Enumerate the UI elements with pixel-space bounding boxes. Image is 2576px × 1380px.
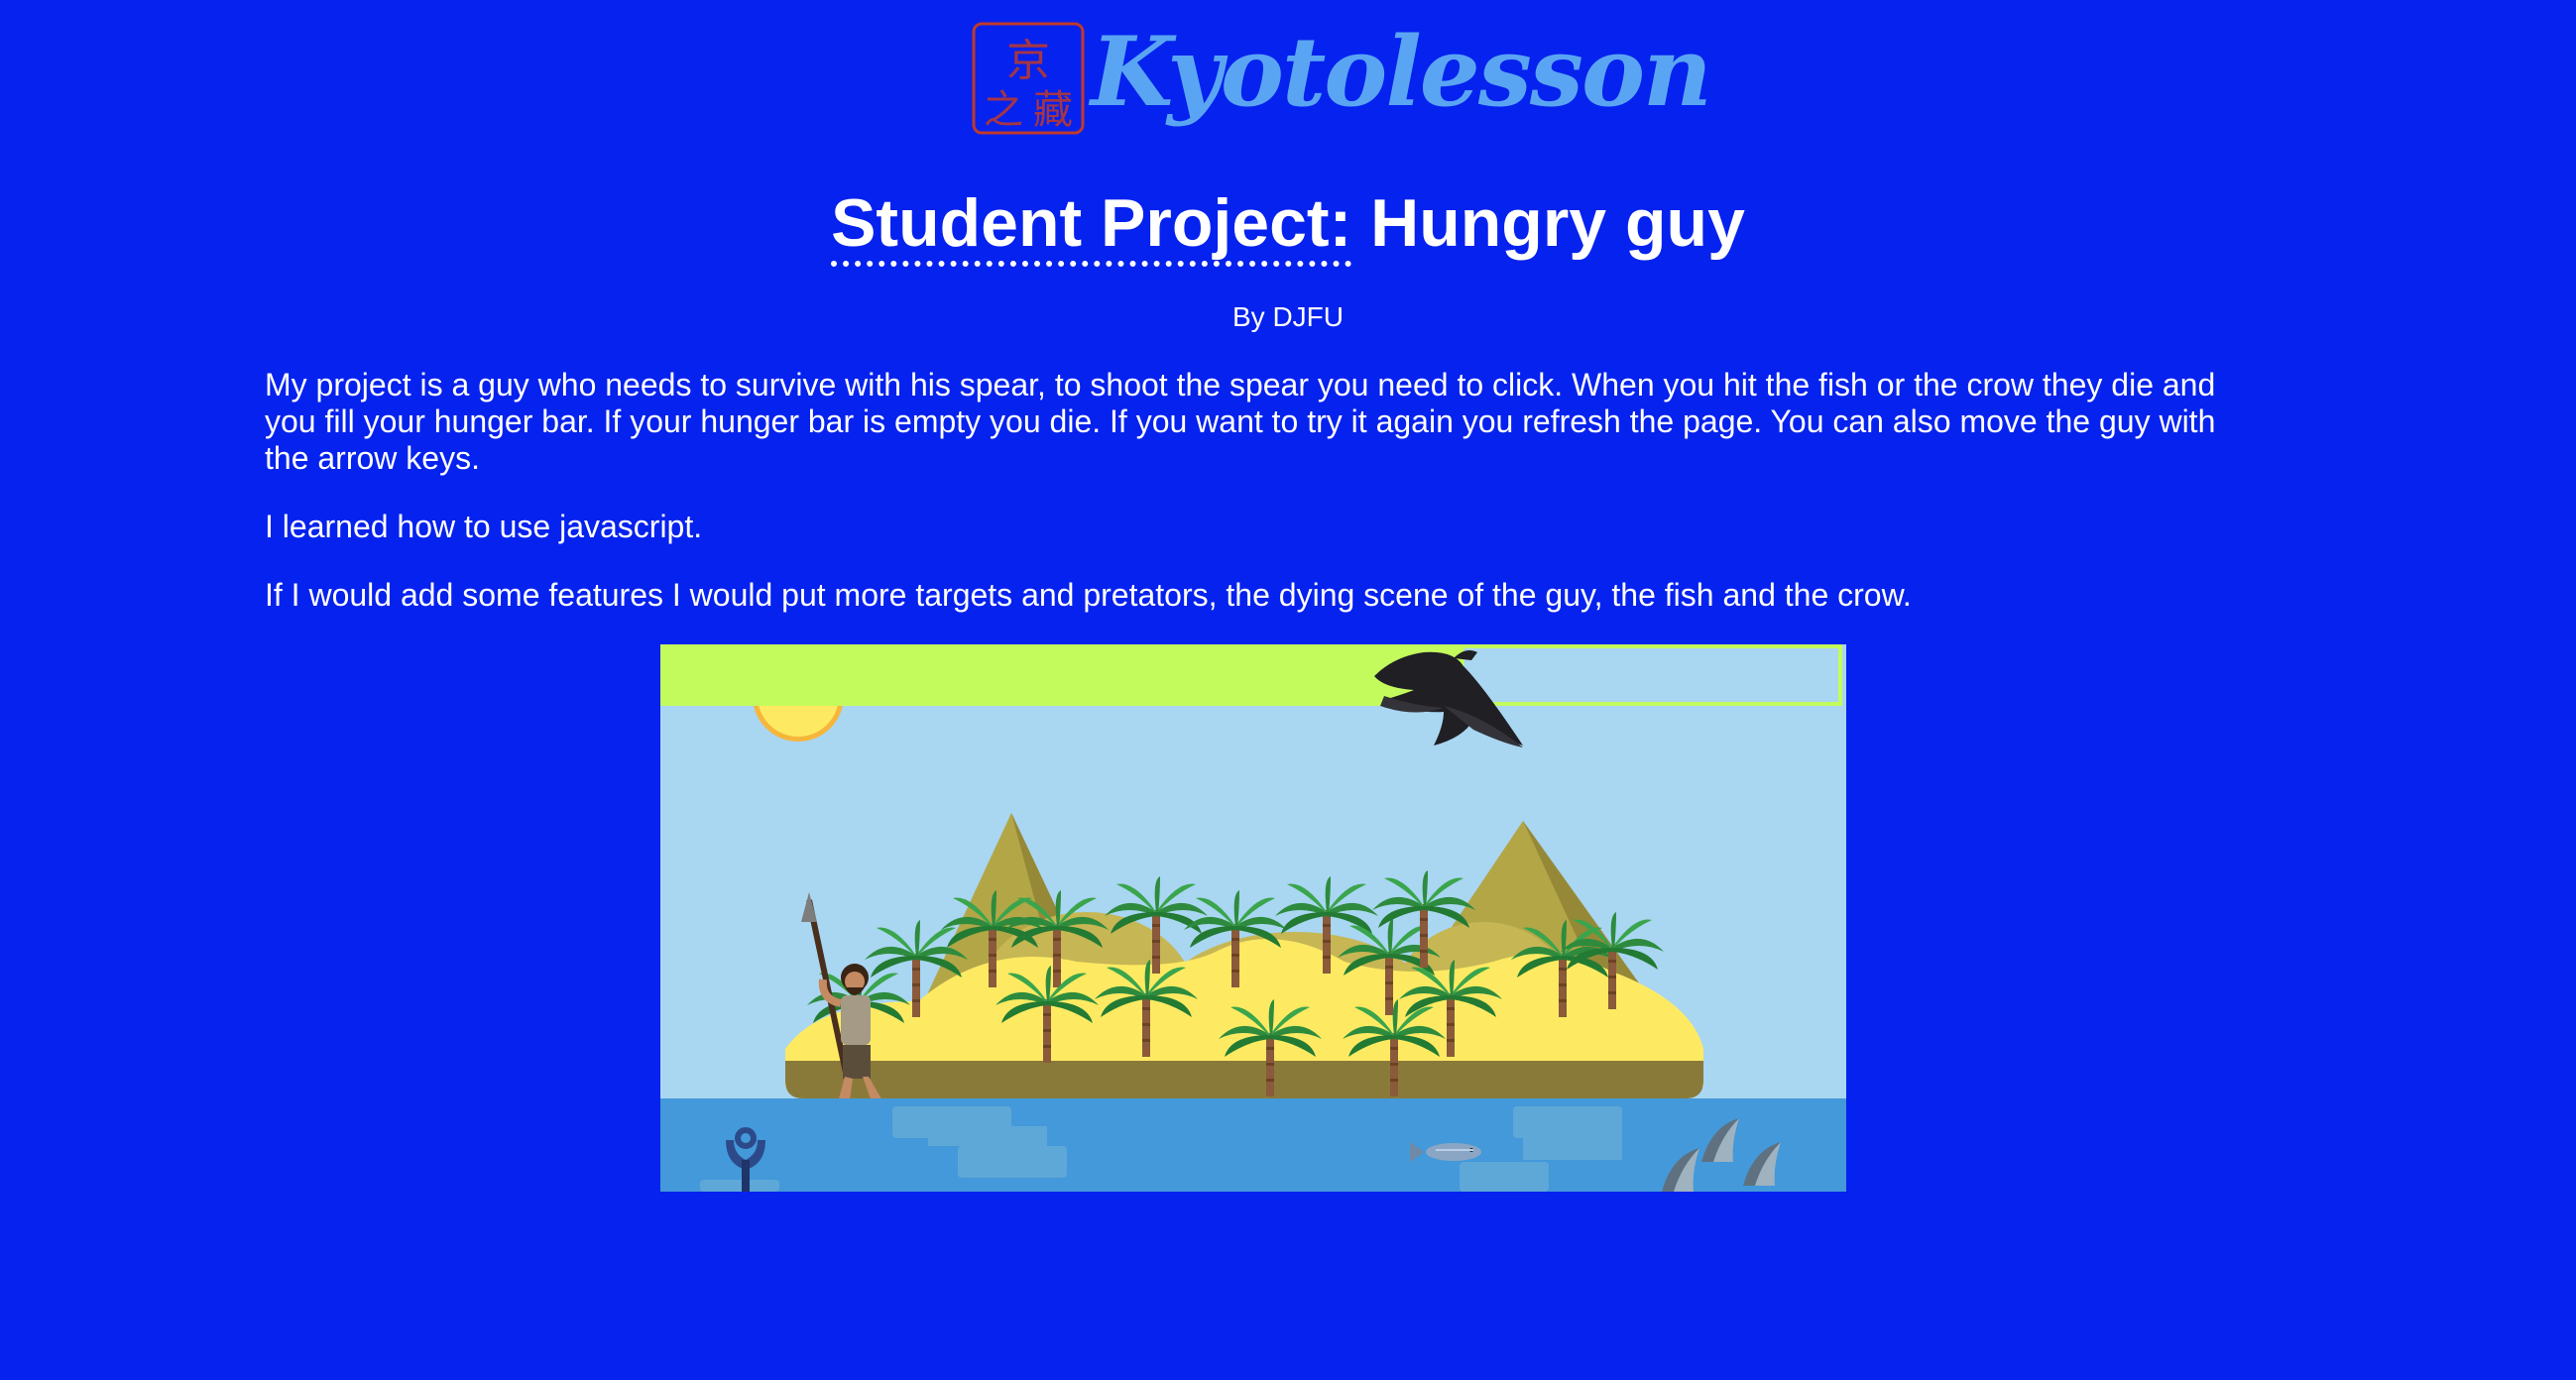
page-title: Student Project: Hungry guy xyxy=(0,180,2576,267)
kyoto-seal-icon: 京 之 藏 xyxy=(972,22,1085,135)
page: 京 之 藏 Kyotolesson Student Project: Hungr… xyxy=(0,0,2576,1380)
description-paragraph: I learned how to use javascript. xyxy=(265,509,703,544)
description-paragraph: My project is a guy who needs to survive… xyxy=(265,367,2216,476)
svg-text:之: 之 xyxy=(984,87,1023,133)
game-canvas[interactable] xyxy=(660,644,1846,1192)
hunger-bar-fill xyxy=(660,644,1464,706)
project-description: My project is a guy who needs to survive… xyxy=(265,367,2248,645)
author-byline: By DJFU xyxy=(1232,301,1344,332)
site-logo-text: Kyotolesson xyxy=(1091,16,1712,128)
title-abbreviation: Student Project: xyxy=(831,185,1352,267)
site-logo[interactable]: 京 之 藏 Kyotolesson xyxy=(970,14,1712,143)
svg-text:京: 京 xyxy=(1006,36,1050,86)
description-paragraph: If I would add some features I would put… xyxy=(265,577,1912,613)
title-project-name: Hungry guy xyxy=(1351,185,1745,261)
svg-text:藏: 藏 xyxy=(1033,87,1073,133)
